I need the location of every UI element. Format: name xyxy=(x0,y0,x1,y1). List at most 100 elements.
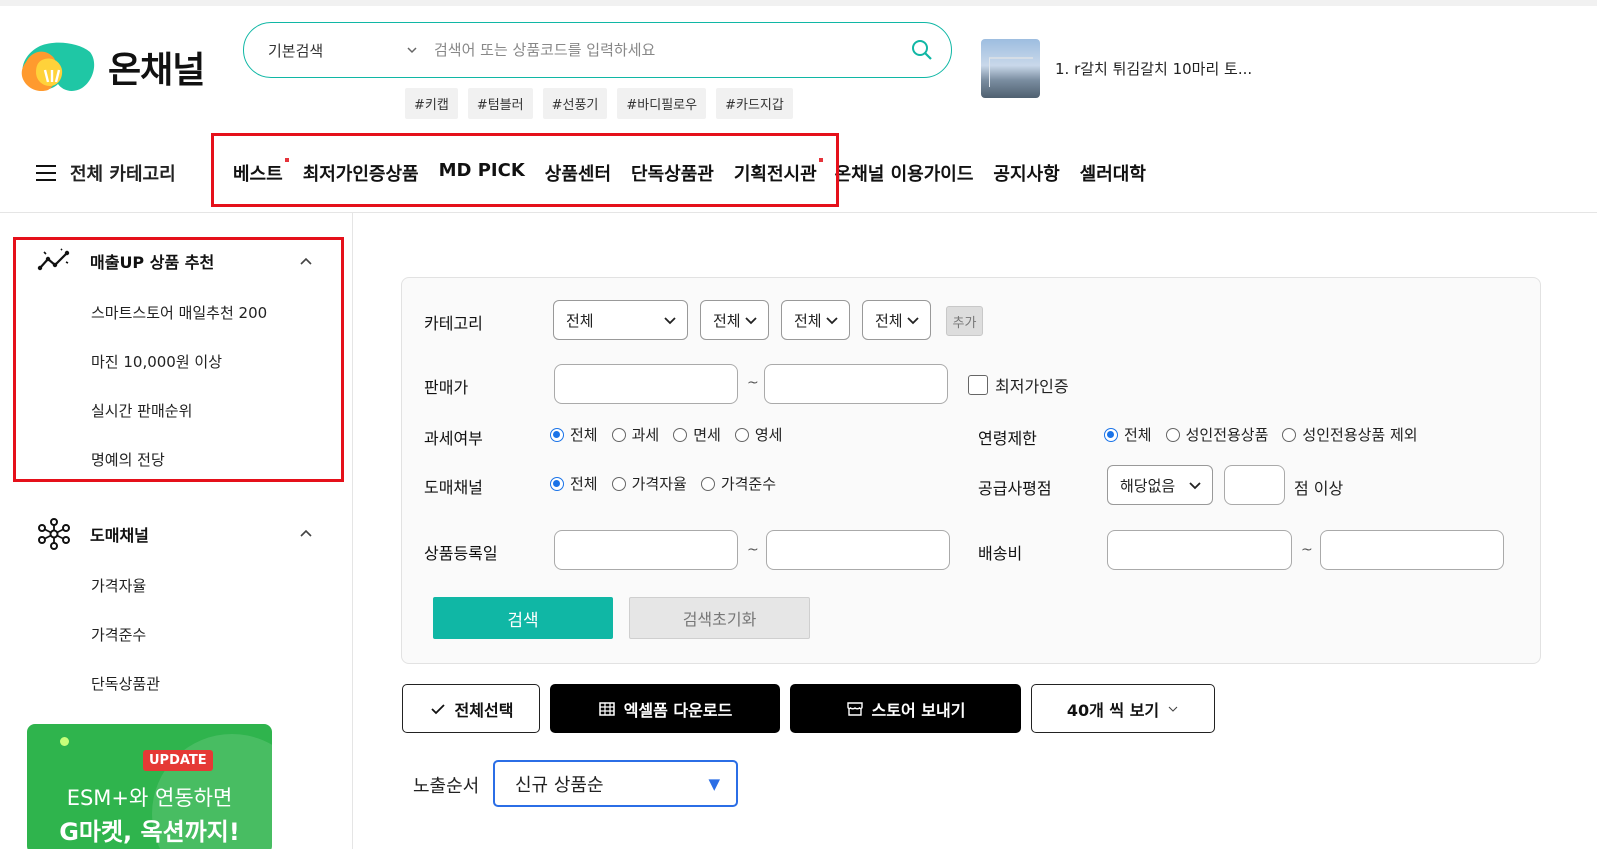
channel-radio-group: 전체 가격자율 가격준수 xyxy=(550,473,776,494)
shipping-min-input[interactable] xyxy=(1107,530,1292,570)
hashtag-chip[interactable]: #키캡 xyxy=(405,88,458,119)
nav-item-lowest-price[interactable]: 최저가인증상품 xyxy=(303,160,419,186)
nav-item-notice[interactable]: 공지사항 xyxy=(993,160,1059,186)
radio-circle xyxy=(550,427,564,442)
send-to-store-button[interactable]: 스토어 보내기 xyxy=(790,684,1021,733)
esm-promo-banner[interactable]: UPDATE ESM+와 연동하면 G마켓, 옥션까지! xyxy=(27,724,272,849)
nav-item-product-center[interactable]: 상품센터 xyxy=(545,160,611,186)
tax-radio-taxable[interactable]: 과세 xyxy=(611,424,659,445)
tax-label: 과세여부 xyxy=(424,429,483,448)
search-bar: 기본검색 xyxy=(243,22,952,78)
nav-item-best[interactable]: 베스트 xyxy=(233,158,289,186)
reg-date-end-input[interactable] xyxy=(766,530,950,570)
chevron-down-icon xyxy=(664,317,676,325)
reg-date-start-input[interactable] xyxy=(554,530,738,570)
sidebar-item[interactable]: 명예의 전당 xyxy=(91,449,165,470)
brand-logo[interactable]: 온채널 xyxy=(20,40,205,94)
add-category-button[interactable]: 추가 xyxy=(946,306,983,336)
tax-radio-zero[interactable]: 영세 xyxy=(734,424,782,445)
main-nav: 베스트 최저가인증상품 MD PICK 상품센터 단독상품관 기획전시관 온채널… xyxy=(233,158,1146,186)
category-select-4[interactable]: 전체 xyxy=(862,300,931,340)
select-value: 전체 xyxy=(794,311,822,330)
select-all-button[interactable]: 전체선택 xyxy=(402,684,540,733)
search-type-label: 기본검색 xyxy=(268,41,324,60)
all-categories-label: 전체 카테고리 xyxy=(70,164,176,185)
nav-label: 온채널 이용가이드 xyxy=(834,164,974,185)
sidebar-item[interactable]: 마진 10,000원 이상 xyxy=(91,351,222,372)
age-radio-adult[interactable]: 성인전용상품 xyxy=(1165,424,1268,445)
radio-label: 전체 xyxy=(570,426,598,444)
sidebar-section-wholesale[interactable]: 도매채널 xyxy=(36,518,149,550)
reset-search-button[interactable]: 검색초기화 xyxy=(629,597,810,639)
nav-label: 베스트 xyxy=(233,164,283,185)
nav-item-guide[interactable]: 온채널 이용가이드 xyxy=(835,160,974,186)
search-button[interactable]: 검색 xyxy=(433,597,613,639)
category-select-3[interactable]: 전체 xyxy=(781,300,850,340)
sidebar-item[interactable]: 스마트스토어 매일추천 200 xyxy=(91,302,267,323)
sidebar-section-sales-up[interactable]: 매출UP 상품 추천 xyxy=(36,246,214,276)
channel-radio-free-price[interactable]: 가격자율 xyxy=(611,473,687,494)
price-min-input[interactable] xyxy=(554,364,738,404)
tax-radio-exempt[interactable]: 면세 xyxy=(673,424,721,445)
category-label: 카테고리 xyxy=(424,314,483,333)
banner-headline: ESM+와 연동하면 xyxy=(66,786,233,810)
wholesale-channel-label: 도매채널 xyxy=(424,478,483,497)
radio-circle xyxy=(1165,427,1180,442)
sidebar-item[interactable]: 실시간 판매순위 xyxy=(91,400,192,421)
category-select-2[interactable]: 전체 xyxy=(700,300,769,340)
hashtag-chip[interactable]: #텀블러 xyxy=(467,88,533,119)
age-radio-group: 전체 성인전용상품 성인전용상품 제외 xyxy=(1104,424,1418,445)
checkbox-label: 최저가인증 xyxy=(995,377,1069,396)
search-icon[interactable] xyxy=(911,39,933,61)
price-label: 판매가 xyxy=(424,378,469,397)
new-dot-icon xyxy=(284,158,289,162)
ticker-text: 1. r갈치 튀김갈치 10마리 토... xyxy=(1055,60,1253,78)
chevron-down-icon xyxy=(826,317,838,325)
top-strip xyxy=(0,0,1597,6)
supplier-rating-select[interactable]: 해당없음 xyxy=(1107,465,1213,505)
channel-radio-fixed-price[interactable]: 가격준수 xyxy=(700,473,776,494)
all-categories-button[interactable]: 전체 카테고리 xyxy=(36,160,176,186)
age-radio-exclude-adult[interactable]: 성인전용상품 제외 xyxy=(1282,424,1418,445)
tax-radio-group: 전체 과세 면세 영세 xyxy=(550,424,782,445)
radio-label: 면세 xyxy=(693,426,721,444)
excel-download-button[interactable]: 엑셀폼 다운로드 xyxy=(550,684,780,733)
radio-circle xyxy=(734,427,749,442)
nav-item-seller-univ[interactable]: 셀러대학 xyxy=(1080,160,1146,186)
rating-suffix: 점 이상 xyxy=(1294,479,1344,498)
nav-item-md-pick[interactable]: MD PICK xyxy=(439,160,525,186)
section-title: 도매채널 xyxy=(90,526,149,545)
per-page-select[interactable]: 40개 씩 보기 xyxy=(1031,684,1215,733)
hashtag-chip[interactable]: #선풍기 xyxy=(542,88,608,119)
sidebar-item[interactable]: 가격자율 xyxy=(91,575,146,596)
lowest-price-checkbox[interactable]: 최저가인증 xyxy=(968,373,1069,397)
chevron-down-icon xyxy=(745,317,757,325)
chevron-up-icon[interactable] xyxy=(300,528,312,540)
range-separator: ~ xyxy=(747,375,759,391)
new-dot-icon xyxy=(818,158,823,162)
sort-order-select[interactable]: 신규 상품순 ▼ xyxy=(493,760,738,807)
search-type-select[interactable]: 기본검색 xyxy=(268,40,418,61)
radio-circle xyxy=(673,427,688,442)
select-value: 전체 xyxy=(875,311,903,330)
search-input[interactable] xyxy=(434,41,911,59)
chevron-up-icon[interactable] xyxy=(300,256,312,268)
radio-circle xyxy=(550,476,564,491)
tax-radio-all[interactable]: 전체 xyxy=(550,424,598,445)
nav-label: 셀러대학 xyxy=(1079,164,1146,185)
radio-label: 성인전용상품 제외 xyxy=(1302,426,1418,444)
price-max-input[interactable] xyxy=(764,364,948,404)
sidebar-item[interactable]: 단독상품관 xyxy=(91,673,160,694)
age-radio-all[interactable]: 전체 xyxy=(1104,424,1152,445)
sidebar-item[interactable]: 가격준수 xyxy=(91,624,146,645)
popular-product-ticker[interactable]: 1. r갈치 튀김갈치 10마리 토... xyxy=(981,39,1252,98)
nav-item-exhibition[interactable]: 기획전시관 xyxy=(734,158,823,186)
shipping-max-input[interactable] xyxy=(1320,530,1504,570)
category-select-1[interactable]: 전체 xyxy=(553,300,688,340)
nav-item-exclusive[interactable]: 단독상품관 xyxy=(631,160,714,186)
channel-radio-all[interactable]: 전체 xyxy=(550,473,598,494)
hashtag-chip[interactable]: #카드지갑 xyxy=(716,88,793,119)
rating-input[interactable] xyxy=(1224,465,1285,505)
hashtag-chip[interactable]: #바디필로우 xyxy=(617,88,707,119)
nav-divider xyxy=(0,212,1597,213)
